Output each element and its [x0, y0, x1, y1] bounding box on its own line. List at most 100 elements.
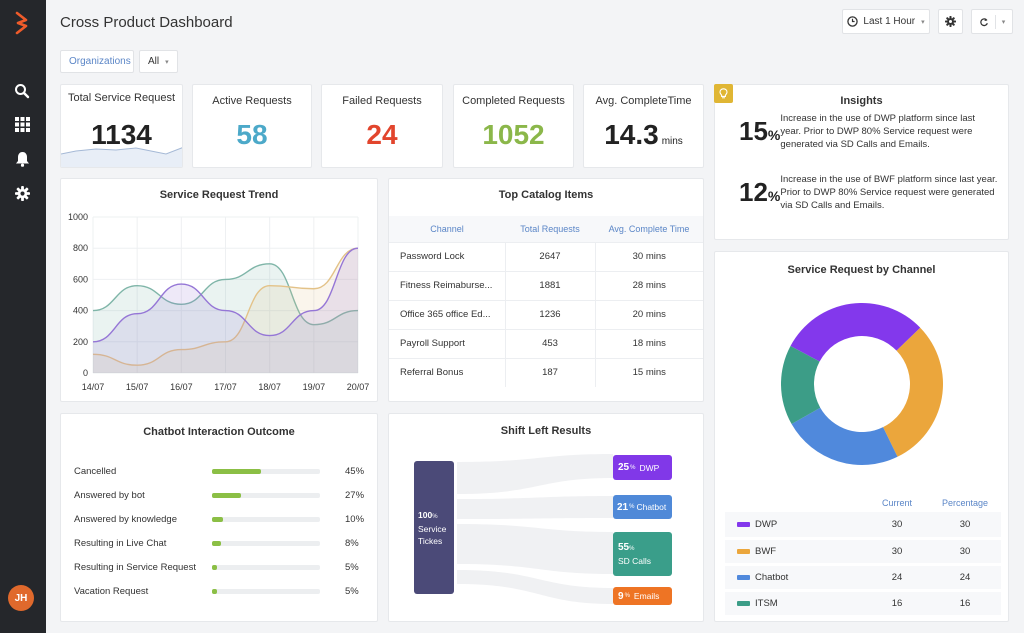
target-node-sd-calls: 55% SD Calls [613, 532, 672, 576]
kpi-unit: mins [661, 136, 683, 147]
catalog-time-cell: 20 mins [594, 299, 703, 329]
flow-band [457, 570, 613, 604]
catalog-total-cell: 1881 [504, 270, 595, 300]
insight-item: 15% Increase in the use of DWP platform … [739, 112, 998, 151]
legend-percentage: 30 [929, 538, 1001, 566]
source-node: 100% Service Tickes [414, 461, 454, 594]
outcome-percent: 8% [345, 537, 359, 549]
outcome-progress-track [212, 540, 320, 546]
column-header[interactable]: Total Requests [505, 216, 595, 242]
y-tick-label: 200 [73, 337, 88, 347]
card-title: Service Request by Channel [787, 264, 936, 276]
table-row[interactable]: Referral Bonus 187 15 mins [389, 357, 703, 387]
kpi-value: 58 [236, 119, 268, 150]
catalog-time-cell: 28 mins [594, 270, 703, 300]
legend-swatch [737, 521, 750, 527]
outcome-row: Answered by bot 27% [74, 488, 367, 502]
organization-select[interactable]: All ▾ [139, 50, 178, 73]
legend-name: DWP [755, 512, 865, 540]
settings-button[interactable] [938, 9, 963, 34]
outcome-percent: 5% [345, 561, 359, 573]
clock-icon [847, 16, 859, 27]
channel-donut-chart [781, 303, 943, 465]
kpi-label: Avg. CompleteTime [595, 95, 692, 107]
column-header[interactable]: Avg. Complete Time [595, 216, 703, 242]
y-tick-label: 0 [83, 368, 88, 378]
refresh-icon[interactable] [979, 17, 989, 27]
insight-item: 12% Increase in the use of BWF platform … [739, 173, 998, 212]
kpi-label: Active Requests [212, 95, 292, 107]
target-node-dwp: 25% DWP [613, 455, 672, 480]
table-row[interactable]: Payroll Support 453 18 mins [389, 328, 703, 358]
kpi-active-requests: Active Requests 58 [192, 84, 312, 168]
outcome-row: Resulting in Live Chat 8% [74, 536, 367, 550]
outcome-progress-track [212, 516, 320, 522]
insight-percent: 12% [739, 177, 781, 207]
card-title: Chatbot Interaction Outcome [143, 426, 295, 438]
catalog-time-cell: 30 mins [594, 241, 703, 271]
catalog-total-cell: 453 [504, 328, 595, 358]
legend-row[interactable]: ITSM 16 16 [725, 590, 1001, 618]
kpi-value: 24 [366, 119, 398, 150]
insights-card: Insights 15% Increase in the use of DWP … [714, 84, 1009, 240]
legend-swatch [737, 600, 750, 606]
legend-row[interactable]: BWF 30 30 [725, 538, 1001, 566]
chevron-down-icon[interactable]: ▾ [1002, 18, 1006, 26]
x-tick-label: 18/07 [258, 382, 281, 392]
table-row[interactable]: Fitness Reimaburse... 1881 28 mins [389, 270, 703, 300]
apps-grid-icon[interactable] [11, 113, 33, 135]
legend-current: 30 [865, 512, 929, 540]
outcome-progress-fill [212, 564, 218, 570]
gear-icon[interactable] [11, 182, 33, 204]
bell-icon[interactable] [11, 148, 33, 170]
table-row[interactable]: Password Lock 2647 30 mins [389, 241, 703, 271]
outcome-row: Resulting in Service Request 5% [74, 560, 367, 574]
outcome-row: Answered by knowledge 10% [74, 512, 367, 526]
insight-text: Increase in the use of BWF platform sinc… [780, 174, 998, 211]
outcome-label: Cancelled [74, 465, 117, 477]
x-tick-label: 17/07 [214, 382, 237, 392]
kpi-value: 1052 [482, 119, 545, 150]
time-range-dropdown[interactable]: Last 1 Hour ▾ [842, 9, 930, 34]
organizations-filter-label[interactable]: Organizations [60, 50, 134, 73]
x-tick-label: 20/07 [347, 382, 370, 392]
sidebar: JH [0, 0, 46, 633]
refresh-split-button[interactable]: ▾ [971, 9, 1013, 34]
user-avatar[interactable]: JH [8, 585, 34, 611]
donut-slice-chatbot[interactable] [791, 407, 898, 465]
y-tick-label: 600 [73, 274, 88, 284]
legend-percentage: 24 [929, 564, 1001, 592]
kpi-value: 14.3 [604, 119, 659, 150]
catalog-channel-cell: Fitness Reimaburse... [389, 270, 505, 300]
gear-icon [945, 16, 956, 27]
kpi-completed-requests: Completed Requests 1052 [453, 84, 574, 168]
search-icon[interactable] [11, 80, 33, 102]
kpi-value: 1134 [91, 119, 152, 150]
catalog-total-cell: 187 [504, 357, 595, 387]
brand-logo-icon[interactable] [10, 10, 34, 36]
donut-slice-bwf[interactable] [883, 327, 943, 457]
outcome-label: Vacation Request [74, 585, 149, 597]
kpi-failed-requests: Failed Requests 24 [321, 84, 443, 168]
legend-current: 30 [865, 538, 929, 566]
target-node-chatbot: 21% Chatbot [613, 495, 672, 519]
column-header[interactable]: Channel [389, 216, 505, 242]
table-row[interactable]: Office 365 office Ed... 1236 20 mins [389, 299, 703, 329]
outcome-progress-fill [212, 516, 223, 522]
card-title: Insights [840, 95, 883, 107]
legend-row[interactable]: Chatbot 24 24 [725, 564, 1001, 592]
outcome-progress-track [212, 564, 320, 570]
catalog-time-cell: 18 mins [594, 328, 703, 358]
y-tick-label: 400 [73, 306, 88, 316]
insight-percent: 15% [739, 116, 781, 146]
catalog-channel-cell: Password Lock [389, 241, 505, 271]
outcome-label: Resulting in Live Chat [74, 537, 167, 549]
legend-swatch [737, 548, 750, 554]
column-header: Percentage [941, 498, 989, 508]
catalog-total-cell: 2647 [504, 241, 595, 271]
legend-row[interactable]: DWP 30 30 [725, 512, 1001, 540]
flow-band [457, 496, 613, 519]
organization-select-value: All [148, 56, 160, 67]
kpi-label: Total Service Request [68, 92, 175, 104]
catalog-channel-cell: Payroll Support [389, 328, 505, 358]
